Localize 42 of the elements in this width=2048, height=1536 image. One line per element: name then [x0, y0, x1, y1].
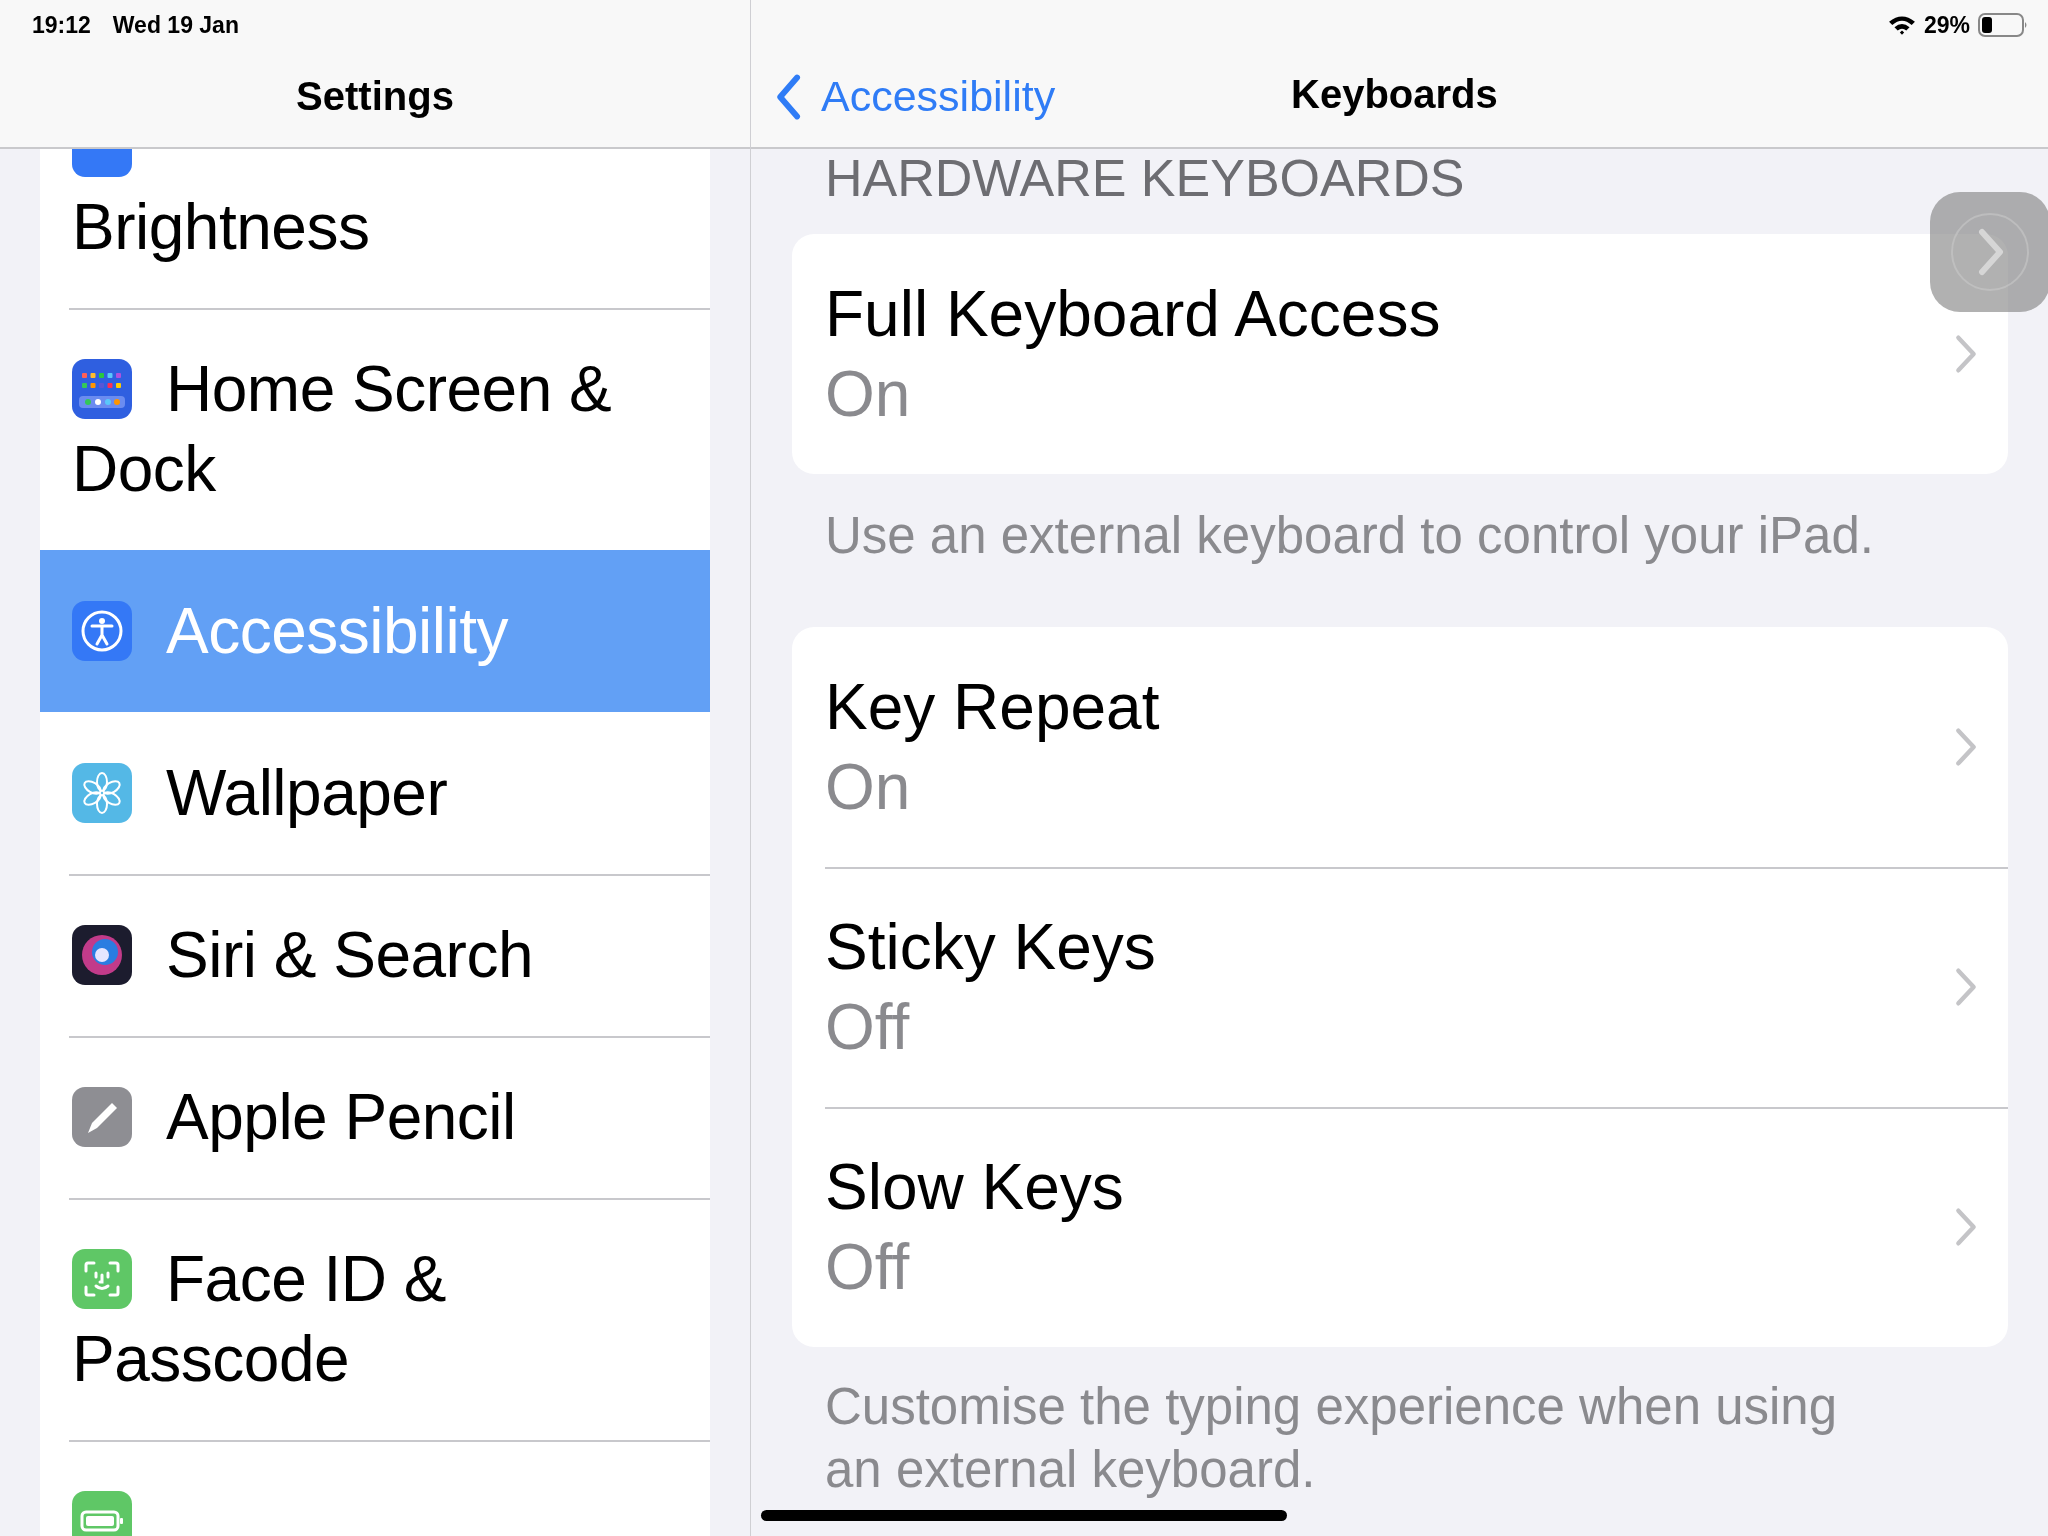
row-title: Sticky Keys	[825, 910, 1157, 985]
settings-row[interactable]: Sticky Keys Off	[792, 867, 2008, 1107]
settings-item[interactable]: Home Screen & Dock	[40, 308, 710, 550]
battery-icon	[1978, 13, 2028, 37]
settings-item[interactable]: Brightness	[40, 149, 710, 308]
settings-item-label: Brightness	[72, 190, 371, 265]
settings-row[interactable]: Full Keyboard Access On	[792, 234, 2008, 474]
chevron-right-icon	[1954, 726, 1978, 768]
settings-item[interactable]: Siri & Search	[40, 874, 710, 1036]
settings-item[interactable]: Wallpaper	[40, 712, 710, 874]
settings-row[interactable]: Slow Keys Off	[792, 1107, 2008, 1347]
settings-item-label: Apple Pencil	[166, 1081, 516, 1153]
group-footer: Customise the typing experience when using an external keyboard.	[792, 1347, 2008, 1501]
settings-row[interactable]: Key Repeat On	[792, 627, 2008, 867]
row-value: Off	[825, 990, 911, 1065]
row-value: On	[825, 357, 912, 432]
back-button[interactable]: Accessibility	[775, 72, 1056, 121]
settings-item-label: Accessibility	[166, 595, 509, 667]
sidebar-title: Settings	[295, 74, 455, 119]
row-value: On	[825, 750, 912, 825]
battery-percent: 29%	[1923, 11, 1970, 39]
settings-item[interactable]: Face ID & Passcode	[40, 1198, 710, 1440]
status-date: Wed 19 Jan	[112, 11, 239, 39]
assistive-touch-button[interactable]	[1930, 192, 2048, 312]
group-footer: Use an external keyboard to control your iPad.	[792, 474, 2008, 627]
chevron-right-icon	[1954, 333, 1978, 375]
section-header: HARDWARE KEYBOARDS	[824, 148, 1466, 209]
row-title: Key Repeat	[825, 670, 1161, 745]
wifi-icon	[1887, 14, 1916, 36]
settings-item-label: Face ID & Passcode	[72, 1243, 447, 1395]
chevron-right-icon	[1954, 966, 1978, 1008]
settings-item-label: Siri & Search	[166, 919, 533, 991]
page-title: Keyboards	[1291, 72, 1498, 117]
settings-item-label: Wallpaper	[166, 757, 448, 829]
chevron-left-icon	[775, 72, 801, 121]
status-time: 19:12	[32, 11, 91, 39]
settings-item[interactable]: Apple Pencil	[40, 1036, 710, 1198]
row-title: Slow Keys	[825, 1150, 1125, 1225]
settings-item-label: Home Screen & Dock	[72, 353, 612, 505]
row-value: Off	[825, 1230, 911, 1305]
chevron-right-icon	[1954, 1206, 1978, 1248]
row-title: Full Keyboard Access	[825, 277, 1442, 352]
